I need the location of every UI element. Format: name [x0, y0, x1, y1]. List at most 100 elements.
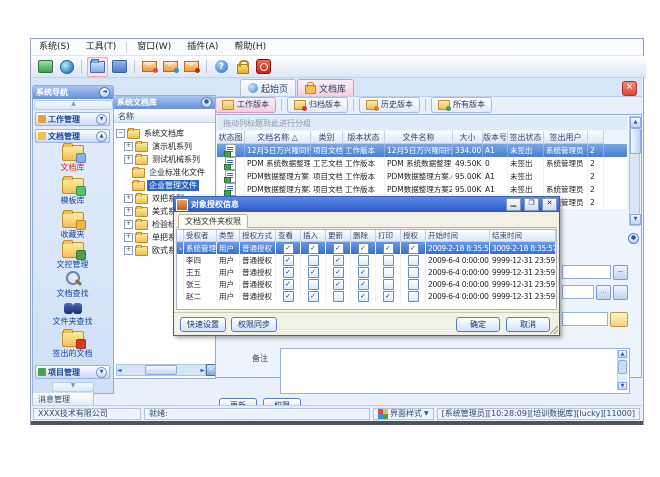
chevron-down-icon[interactable]: ▼ [96, 114, 107, 125]
checkbox[interactable]: ✓ [283, 267, 294, 278]
permission-row[interactable]: 李四 用户 普通授权 ✓ ✓ 2009-6-4 0:00:00 9999-12-… [177, 254, 556, 266]
detail-input[interactable] [562, 312, 608, 326]
file-row[interactable]: 12月5日万兴隆同行… 项目文档 工作版本 12月5日万兴隆同行… 334.00… [217, 144, 627, 157]
menu-window[interactable]: 窗口(W) [129, 40, 179, 55]
tab-start-page[interactable]: 起始页 [240, 79, 296, 96]
mail-delete-button[interactable] [182, 58, 201, 76]
nav-pin-icon[interactable]: ◄ [99, 87, 110, 98]
col-size[interactable]: 大小 [453, 131, 483, 144]
checkbox[interactable] [383, 279, 394, 290]
tree-node[interactable]: +演示机系列 [114, 140, 194, 153]
sidebar-item-document-library[interactable]: 文档库 [35, 145, 110, 176]
col-end-time[interactable]: 结束时间 [490, 230, 556, 242]
lock-button[interactable] [233, 58, 252, 76]
open-library-button[interactable] [87, 57, 108, 77]
checkbox[interactable] [358, 255, 369, 266]
permission-row[interactable]: 王五 用户 普通授权 ✓ ✓ ✓ ✓ 2009-6-4 0:00:00 9999… [177, 266, 556, 278]
permission-row[interactable]: 赵二 用户 普通授权 ✓ ✓ ✓ ✓ 2009-6-4 0:00:00 9999… [177, 290, 556, 302]
tree-horizontal-scrollbar[interactable]: ◄► [116, 364, 206, 376]
col-checkout-user[interactable]: 签出用户 [544, 131, 588, 144]
chevron-up-icon[interactable]: ▲ [96, 131, 107, 142]
checkbox[interactable]: ✓ [308, 291, 319, 302]
nav-more-button[interactable]: ▼ [52, 382, 94, 392]
checkbox[interactable]: ✓ [283, 243, 294, 254]
col-status-icon[interactable]: 状态图 [217, 131, 245, 144]
tree-column-header[interactable]: 名称 [114, 110, 215, 123]
mail-view-button[interactable] [161, 58, 180, 76]
expand-icon[interactable]: + [124, 246, 133, 255]
ellipsis-button[interactable]: — [613, 265, 628, 280]
detail-pin-icon[interactable]: ● [628, 233, 639, 244]
checkbox[interactable] [408, 291, 419, 302]
sidebar-item-favorites[interactable]: 收藏夹 [35, 212, 110, 243]
col-auth-mode[interactable]: 授权方式 [240, 230, 276, 242]
col-version-no[interactable]: 版本号 [483, 131, 508, 144]
scroll-up-icon[interactable]: ▲ [618, 350, 627, 358]
nav-group-project[interactable]: 项目管理 ▼ [35, 365, 110, 379]
tab-document-library[interactable]: 文档库 [297, 79, 354, 96]
col-delete[interactable]: 删除 [351, 230, 376, 242]
expand-icon[interactable]: + [124, 142, 133, 151]
scroll-down-icon[interactable]: ▼ [618, 382, 627, 390]
checkbox[interactable]: ✓ [308, 267, 319, 278]
checkbox[interactable] [408, 255, 419, 266]
checkbox[interactable] [408, 279, 419, 290]
nav-collapse-button[interactable]: ▲ [34, 100, 113, 110]
scroll-thumb[interactable] [618, 360, 627, 374]
menu-tools[interactable]: 工具(T) [78, 40, 125, 55]
ok-button[interactable]: 确定 [456, 317, 500, 332]
permission-row[interactable]: › 系统管理员 用户 普通授权 ✓ ✓ ✓ ✓ ✓ ✓ 2009-2-18 8:… [177, 242, 556, 254]
tree-node-root[interactable]: −系统文档库 [114, 127, 186, 140]
tree-node[interactable]: +测试机械系列 [114, 153, 202, 166]
checkbox[interactable]: ✓ [408, 243, 419, 254]
tree-node[interactable]: 企业标准化文件 [114, 166, 207, 179]
group-by-bar[interactable]: 拖动列标题到此进行分组 [217, 116, 627, 130]
checkbox[interactable] [383, 255, 394, 266]
checkbox[interactable]: ✓ [383, 291, 394, 302]
maximize-icon[interactable]: ❐ [524, 198, 539, 211]
remark-textarea[interactable]: ▲ ▼ [280, 348, 630, 394]
col-category[interactable]: 类别 [311, 131, 343, 144]
checkbox[interactable]: ✓ [358, 267, 369, 278]
browse-folder-icon[interactable] [610, 312, 628, 327]
detail-input[interactable] [562, 285, 594, 299]
menu-help[interactable]: 帮助(H) [226, 40, 274, 55]
sidebar-item-checked-out-docs[interactable]: 签出的文档 [35, 331, 110, 362]
scroll-down-icon[interactable]: ▼ [630, 214, 641, 225]
checkbox[interactable]: ✓ [383, 243, 394, 254]
scroll-up-icon[interactable]: ▲ [630, 117, 641, 128]
mini-button[interactable] [613, 285, 628, 300]
tab-archive-version[interactable]: 归档版本 [287, 97, 348, 113]
chevron-down-icon[interactable]: ▼ [96, 367, 107, 378]
expand-icon[interactable]: + [124, 207, 133, 216]
checkbox[interactable]: ✓ [283, 291, 294, 302]
expand-icon[interactable]: + [124, 220, 133, 229]
file-row[interactable]: PDM数据整理方案2.doc 项目文档 工作版本 PDM数据整理方案2.doc … [217, 183, 627, 196]
col-checkout-state[interactable]: 签出状态 [508, 131, 544, 144]
network-button[interactable] [57, 58, 76, 76]
sidebar-item-folder-search[interactable]: 文件夹查找 [35, 301, 110, 332]
checkbox[interactable] [308, 279, 319, 290]
permission-sync-button[interactable]: 权限同步 [231, 317, 277, 332]
workspace-button[interactable] [36, 58, 55, 76]
checkbox[interactable]: ✓ [358, 279, 369, 290]
sidebar-item-template-library[interactable]: 模板库 [35, 178, 110, 209]
mail-new-button[interactable] [140, 58, 159, 76]
exit-button[interactable] [254, 58, 273, 76]
checkbox[interactable]: ✓ [333, 267, 344, 278]
checkbox[interactable]: ✓ [333, 279, 344, 290]
col-grant[interactable]: 授权 [401, 230, 426, 242]
resize-grip[interactable] [550, 326, 558, 334]
checkbox[interactable] [308, 255, 319, 266]
checkbox[interactable]: ✓ [358, 291, 369, 302]
checkbox[interactable]: ✓ [333, 255, 344, 266]
checkbox[interactable] [383, 267, 394, 278]
tab-folder-permissions[interactable]: 文档文件夹权限 [178, 214, 248, 228]
checkbox[interactable] [333, 291, 344, 302]
help-button[interactable]: ? [212, 58, 231, 76]
col-type[interactable]: 类型 [217, 230, 240, 242]
scroll-thumb[interactable] [630, 128, 641, 154]
col-update[interactable]: 更新 [326, 230, 351, 242]
col-version-state[interactable]: 版本状态 [343, 131, 385, 144]
cancel-button[interactable]: 取消 [506, 317, 550, 332]
